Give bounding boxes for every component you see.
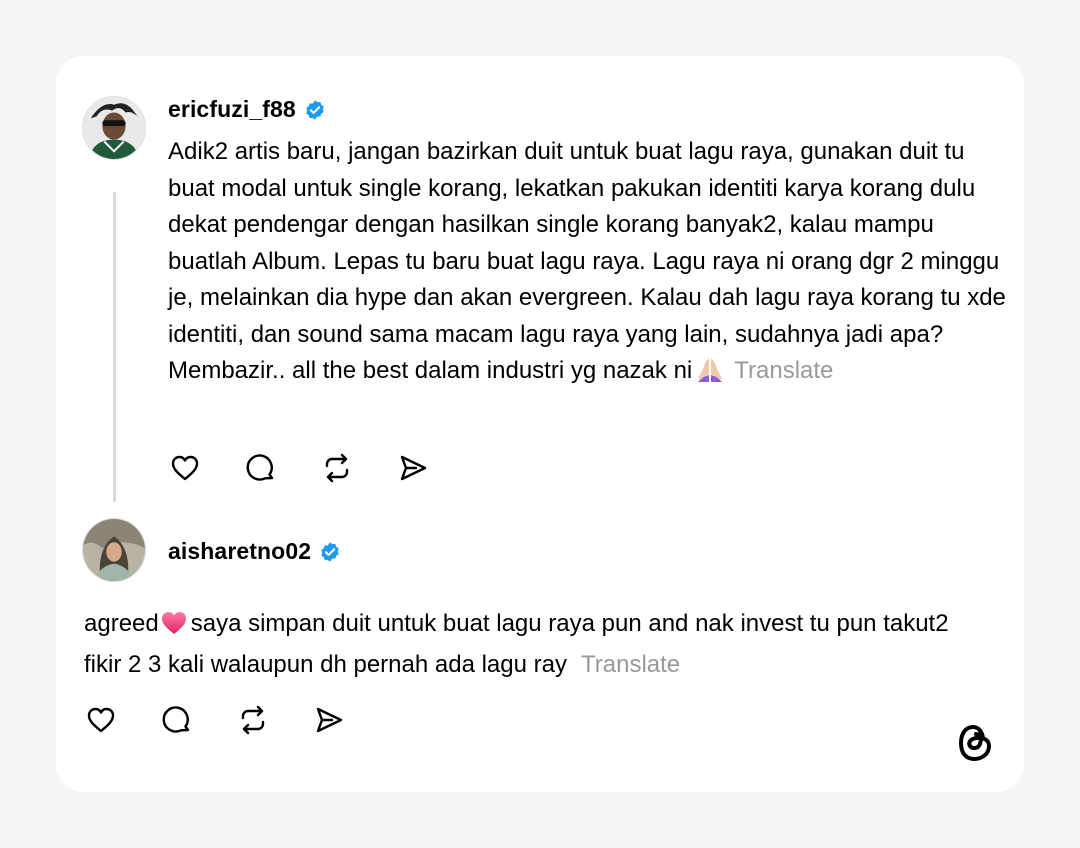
reply-text-end: saya simpan duit untuk buat lagu raya pu…	[84, 610, 949, 678]
threads-logo-icon[interactable]	[956, 722, 994, 764]
share-button[interactable]	[396, 451, 430, 485]
translate-link[interactable]: Translate	[734, 357, 833, 384]
verified-badge-icon	[306, 99, 324, 120]
username-text[interactable]: aisharetno02	[168, 538, 311, 565]
repost-button[interactable]	[236, 703, 270, 737]
reply-actions	[84, 703, 388, 737]
heart-icon	[87, 707, 115, 733]
verified-badge-icon	[321, 541, 339, 562]
thread-card: ericfuzi_f88 Adik2 artis baru, jangan ba…	[56, 56, 1024, 792]
post-body: Adik2 artis baru, jangan bazirkan duit u…	[168, 134, 1008, 394]
avatar-image	[83, 97, 145, 159]
reply-username[interactable]: aisharetno02	[168, 538, 341, 565]
translate-link[interactable]: Translate	[581, 651, 680, 678]
avatar-ericfuzi[interactable]	[82, 96, 146, 160]
comment-bubble-icon	[246, 454, 274, 481]
post-actions	[168, 451, 472, 485]
comment-button[interactable]	[160, 703, 194, 737]
comment-bubble-icon	[162, 706, 190, 733]
post-username[interactable]: ericfuzi_f88	[168, 96, 326, 123]
pink-heart-emoji	[160, 609, 188, 647]
like-button[interactable]	[168, 451, 202, 485]
repost-icon	[241, 705, 265, 735]
reply-text-start: agreed	[84, 610, 159, 637]
reply-body: agreed saya simpan duit untuk buat lagu r…	[84, 606, 984, 683]
repost-button[interactable]	[320, 451, 354, 485]
thread-connector-line	[113, 192, 116, 502]
share-button[interactable]	[312, 703, 346, 737]
username-text[interactable]: ericfuzi_f88	[168, 96, 296, 123]
heart-icon	[171, 455, 199, 481]
send-icon	[316, 707, 343, 733]
like-button[interactable]	[84, 703, 118, 737]
praying-hands-emoji	[696, 356, 724, 394]
send-icon	[400, 455, 427, 481]
avatar-aisharetno[interactable]	[82, 518, 146, 582]
repost-icon	[325, 453, 349, 483]
post-text: Adik2 artis baru, jangan bazirkan duit u…	[168, 138, 1006, 384]
avatar-image	[83, 519, 145, 581]
comment-button[interactable]	[244, 451, 278, 485]
